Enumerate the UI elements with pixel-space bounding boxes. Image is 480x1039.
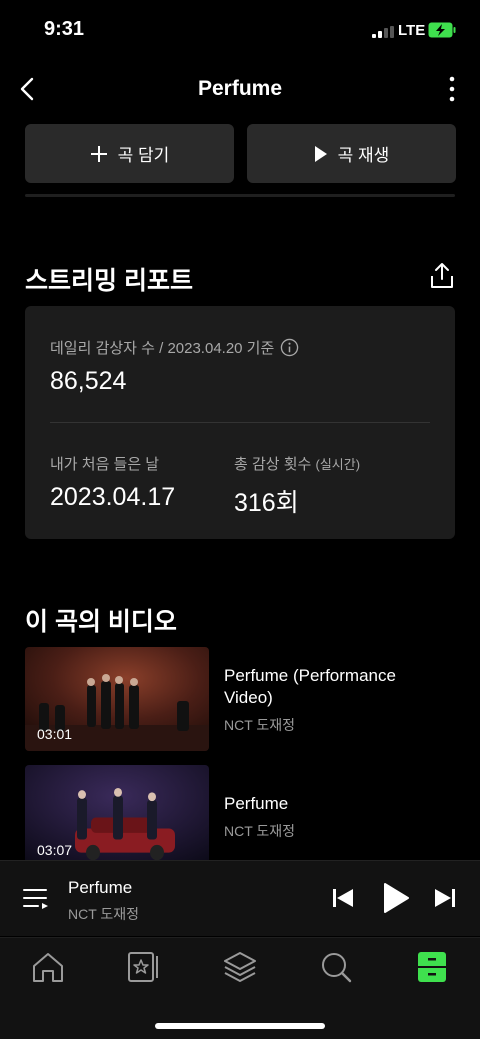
more-icon[interactable] [442, 74, 462, 104]
first-listen-label: 내가 처음 들은 날 [50, 456, 160, 473]
network-label: LTE [398, 22, 426, 39]
page-title: Perfume [197, 77, 283, 100]
video-item[interactable]: 03:07 Perfume NCT 도재정 [25, 765, 455, 869]
card-divider [50, 422, 430, 423]
search-icon[interactable] [318, 950, 354, 984]
battery-icon [428, 22, 456, 38]
play-icon[interactable] [382, 882, 410, 914]
daily-listeners-value: 86,524 [50, 367, 127, 395]
share-icon[interactable] [429, 262, 455, 290]
video-title: Perfume (Performance Video) [224, 666, 396, 707]
mini-player[interactable]: Perfume NCT 도재정 [0, 860, 480, 936]
status-bar: 9:31 LTE [0, 0, 480, 60]
total-plays-label-group: 총 감상 횟수 (실시간) [234, 453, 360, 474]
total-plays-value: 316회 [234, 489, 299, 517]
total-plays-label: 총 감상 횟수 [234, 456, 312, 473]
library-icon[interactable] [414, 950, 450, 984]
plus-icon [90, 145, 107, 162]
add-song-label: 곡 담기 [117, 146, 170, 165]
streaming-report-card: 데일리 감상자 수 / 2023.04.20 기준 86,524 내가 처음 들… [25, 306, 455, 539]
first-listen-value: 2023.04.17 [50, 483, 176, 511]
previous-icon[interactable] [332, 887, 354, 909]
now-playing-title: Perfume [68, 878, 133, 897]
video-artist: NCT 도재정 [224, 823, 296, 839]
report-section-title: 스트리밍 리포트 [25, 267, 193, 295]
queue-icon[interactable] [22, 886, 50, 912]
playlist-icon[interactable] [126, 950, 162, 984]
video-title: Perfume [224, 794, 289, 813]
next-icon[interactable] [434, 887, 456, 909]
play-song-label: 곡 재생 [337, 146, 390, 165]
video-item[interactable]: 03:01 Perfume (Performance Video) NCT 도재… [25, 647, 455, 751]
daily-listeners-label: 데일리 감상자 수 / 2023.04.20 기준 [50, 340, 275, 357]
info-icon[interactable] [280, 338, 299, 357]
nav-header: Perfume [0, 60, 480, 120]
signal-icon [372, 26, 394, 38]
home-indicator [155, 1023, 325, 1029]
home-icon[interactable] [30, 950, 66, 984]
videos-section-title: 이 곡의 비디오 [25, 608, 177, 636]
play-song-button[interactable]: 곡 재생 [247, 124, 456, 183]
video-artist: NCT 도재정 [224, 717, 296, 733]
now-playing-artist: NCT 도재정 [68, 906, 140, 922]
video-duration: 03:07 [37, 842, 73, 858]
status-time: 9:31 [44, 18, 85, 40]
daily-listeners-row: 데일리 감상자 수 / 2023.04.20 기준 [50, 337, 299, 358]
video-duration: 03:01 [37, 726, 73, 742]
play-icon [314, 145, 327, 162]
total-plays-suffix: (실시간) [315, 457, 361, 472]
layers-icon[interactable] [222, 950, 258, 984]
divider [25, 194, 455, 197]
add-song-button[interactable]: 곡 담기 [25, 124, 234, 183]
